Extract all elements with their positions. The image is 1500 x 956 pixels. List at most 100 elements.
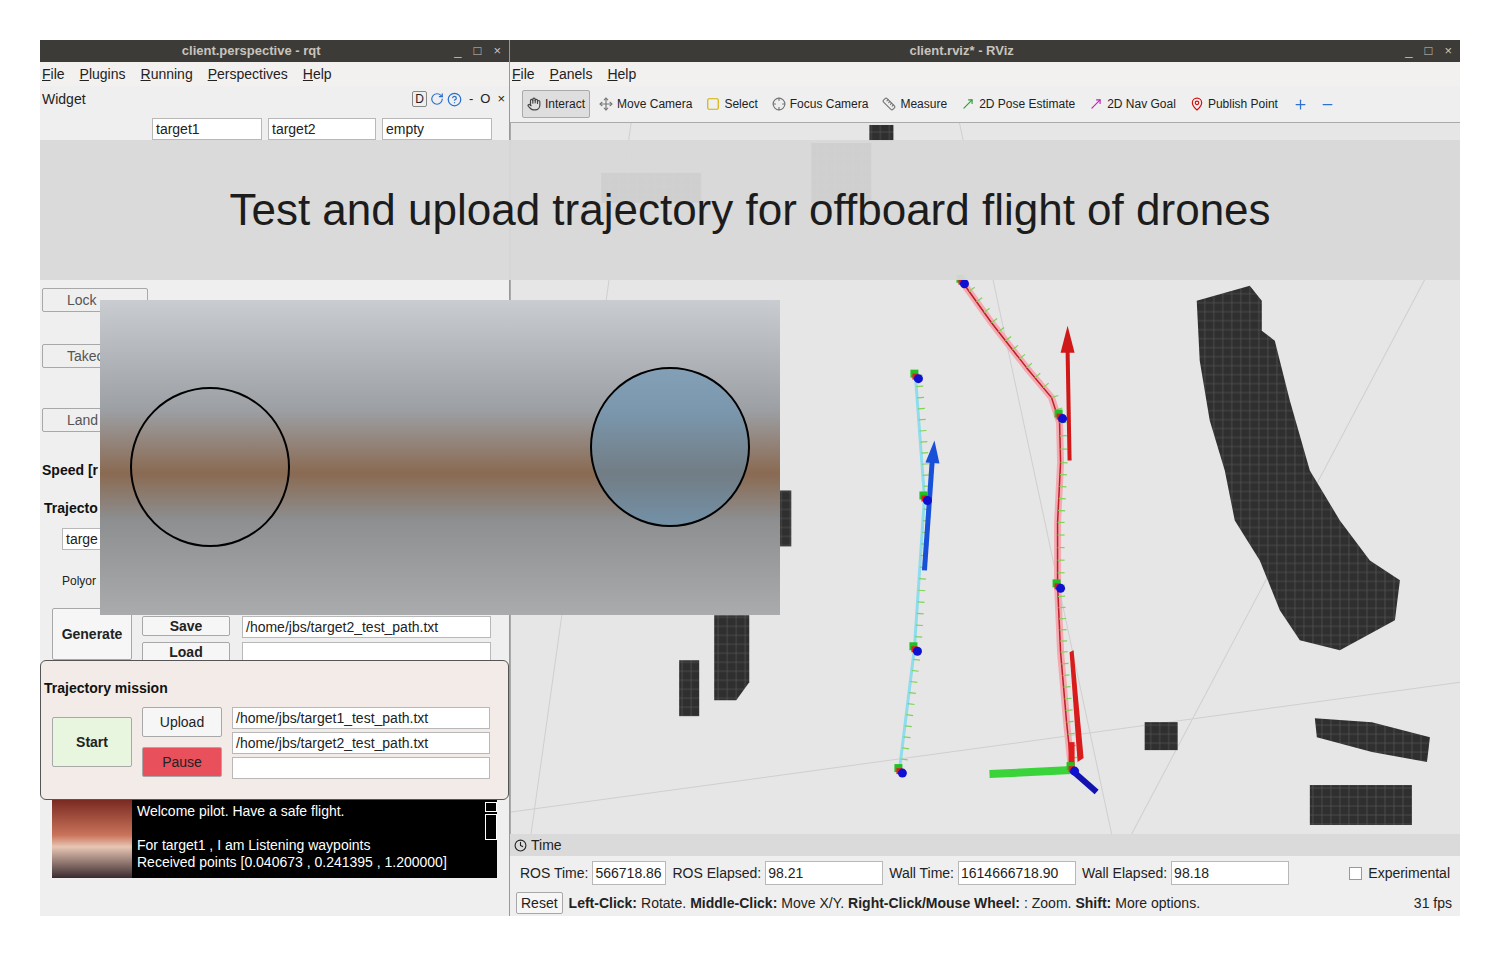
time-label: ROS Time: (520, 863, 588, 884)
tool-icon (1089, 97, 1103, 111)
rviz-title-bar: client.rviz* - RViz_ □ × (510, 40, 1460, 62)
menu-bar: File Panels Help (510, 62, 1460, 86)
window-control[interactable]: □ (474, 41, 482, 61)
text-field[interactable]: /home/jbs/target2_test_path.txt (242, 616, 491, 638)
console-line: For target1 , I am Listening waypoints (137, 837, 485, 854)
console-scrollbar[interactable] (485, 800, 497, 878)
menu-item[interactable]: File (512, 64, 535, 85)
time-panel: ROS Time:566718.86 ROS Elapsed:98.21 Wall … (510, 856, 1460, 890)
flight-photo (100, 300, 780, 615)
widget-control[interactable]: - (469, 89, 473, 109)
setpoint-arrow-icon (924, 441, 939, 571)
target2-trajectory (899, 376, 924, 770)
toolbar: InteractMove CameraSelectFocus CameraMea… (510, 86, 1460, 122)
target1-trajectory (961, 281, 1071, 770)
widget-control[interactable]: × (497, 89, 505, 109)
waypoint-marker (919, 491, 932, 504)
text-field[interactable]: target2 (268, 118, 376, 140)
console: Welcome pilot. Have a safe flight. For ta… (52, 800, 497, 878)
time-label: Wall Elapsed: (1082, 863, 1167, 884)
tool-button[interactable]: Measure (877, 90, 952, 118)
text-field[interactable]: /home/jbs/target2_test_path.txt (232, 732, 490, 754)
time-label: ROS Elapsed: (672, 863, 761, 884)
tool-button[interactable]: Publish Point (1185, 90, 1283, 118)
text-field[interactable]: /home/jbs/target1_test_path.txt (232, 707, 490, 729)
widget-control[interactable]: O (480, 89, 490, 109)
status-bar: Reset Left-Click:Rotate.Middle-Click:Move… (510, 890, 1460, 916)
drone2-highlight (590, 367, 750, 527)
tool-button[interactable]: Focus Camera (767, 90, 874, 118)
console-line: Welcome pilot. Have a safe flight. (137, 803, 485, 820)
menu-item[interactable]: Help (607, 64, 636, 85)
tool-button[interactable]: 2D Pose Estimate (956, 90, 1080, 118)
refresh-icon[interactable] (430, 92, 444, 106)
time-label: Wall Time: (889, 863, 954, 884)
trajectory-mission-group: Trajectory mission Start Upload Pause/home/… (40, 660, 509, 800)
tool-icon (1190, 97, 1204, 111)
menu-item[interactable]: Plugins (80, 64, 126, 85)
fps-counter: 31 fps (1414, 893, 1452, 914)
load-button[interactable]: Load (142, 642, 230, 662)
text-field[interactable]: target1 (152, 118, 262, 140)
time-field[interactable]: 98.21 (765, 861, 883, 885)
tool-icon (527, 97, 541, 111)
menu-item[interactable]: Panels (550, 64, 593, 85)
window-control[interactable]: × (1444, 41, 1452, 61)
time-field[interactable]: 98.18 (1171, 861, 1289, 885)
upload-button[interactable]: Upload (142, 707, 222, 737)
time-field[interactable]: 566718.86 (592, 861, 666, 885)
tool-button[interactable]: Interact (522, 90, 590, 118)
window-control[interactable]: □ (1425, 41, 1433, 61)
widget-bar: WidgetD -O × (40, 86, 509, 112)
time-field[interactable]: 1614666718.90 (958, 861, 1076, 885)
pause-button[interactable]: Pause (142, 747, 222, 777)
waypoint-marker (1053, 579, 1066, 592)
screen: client.perspective - rqt_□×FilePluginsRu… (0, 0, 1500, 956)
window-title: client.perspective - rqt (48, 41, 454, 61)
caption-banner: Test and upload trajectory for offboard … (40, 140, 1460, 280)
tool-button[interactable]: Move Camera (594, 90, 697, 118)
window-control[interactable]: × (493, 41, 501, 61)
menu-item[interactable]: Perspectives (208, 64, 288, 85)
window-title: client.rviz* - RViz (518, 41, 1405, 61)
mission-title: Trajectory mission (41, 661, 508, 697)
drone-axes-icon (990, 742, 1097, 792)
tool-icon (882, 97, 896, 111)
menu-item[interactable]: Running (141, 64, 193, 85)
remove-tool-icon[interactable] (1320, 97, 1335, 112)
widget-control[interactable]: D (412, 91, 427, 107)
start-button[interactable]: Start (52, 717, 132, 767)
waypoint-marker (894, 764, 907, 777)
add-tool-icon[interactable] (1293, 97, 1308, 112)
time-panel-header: Time (510, 834, 1460, 856)
clock-icon (514, 839, 527, 852)
waypoint-marker (1055, 410, 1068, 423)
reset-button[interactable]: Reset (516, 892, 563, 914)
text-field[interactable] (232, 757, 490, 779)
tool-icon (599, 97, 613, 111)
window-control[interactable]: _ (454, 41, 461, 61)
save-button[interactable]: Save (142, 616, 230, 636)
tool-icon (772, 97, 786, 111)
tool-icon (706, 97, 720, 111)
widget-title: Widget (42, 89, 412, 110)
tool-icon (961, 97, 975, 111)
rqt-title-bar: client.perspective - rqt_ □ × (40, 40, 509, 62)
menu-bar: File Plugins Running Perspectives Help (40, 62, 509, 86)
pilot-avatar-image (52, 800, 132, 878)
waypoint-marker (1067, 762, 1080, 775)
tool-button[interactable]: Select (701, 90, 762, 118)
experimental-checkbox[interactable]: Experimental (1349, 863, 1450, 884)
menu-item[interactable]: Help (303, 64, 332, 85)
generate-button[interactable]: Generate (52, 608, 132, 660)
mouse-hints: Left-Click:Rotate.Middle-Click:Move X/Y.… (569, 893, 1408, 914)
menu-item[interactable]: File (42, 64, 65, 85)
help-icon[interactable] (447, 92, 462, 107)
text-field[interactable]: empty (382, 118, 492, 140)
window-control[interactable]: _ (1405, 41, 1412, 61)
waypoint-marker (910, 370, 923, 383)
tool-button[interactable]: 2D Nav Goal (1084, 90, 1181, 118)
waypoint-marker (909, 642, 922, 655)
drone-heading-arrow-icon (1061, 326, 1075, 461)
drone1-highlight (130, 387, 290, 547)
